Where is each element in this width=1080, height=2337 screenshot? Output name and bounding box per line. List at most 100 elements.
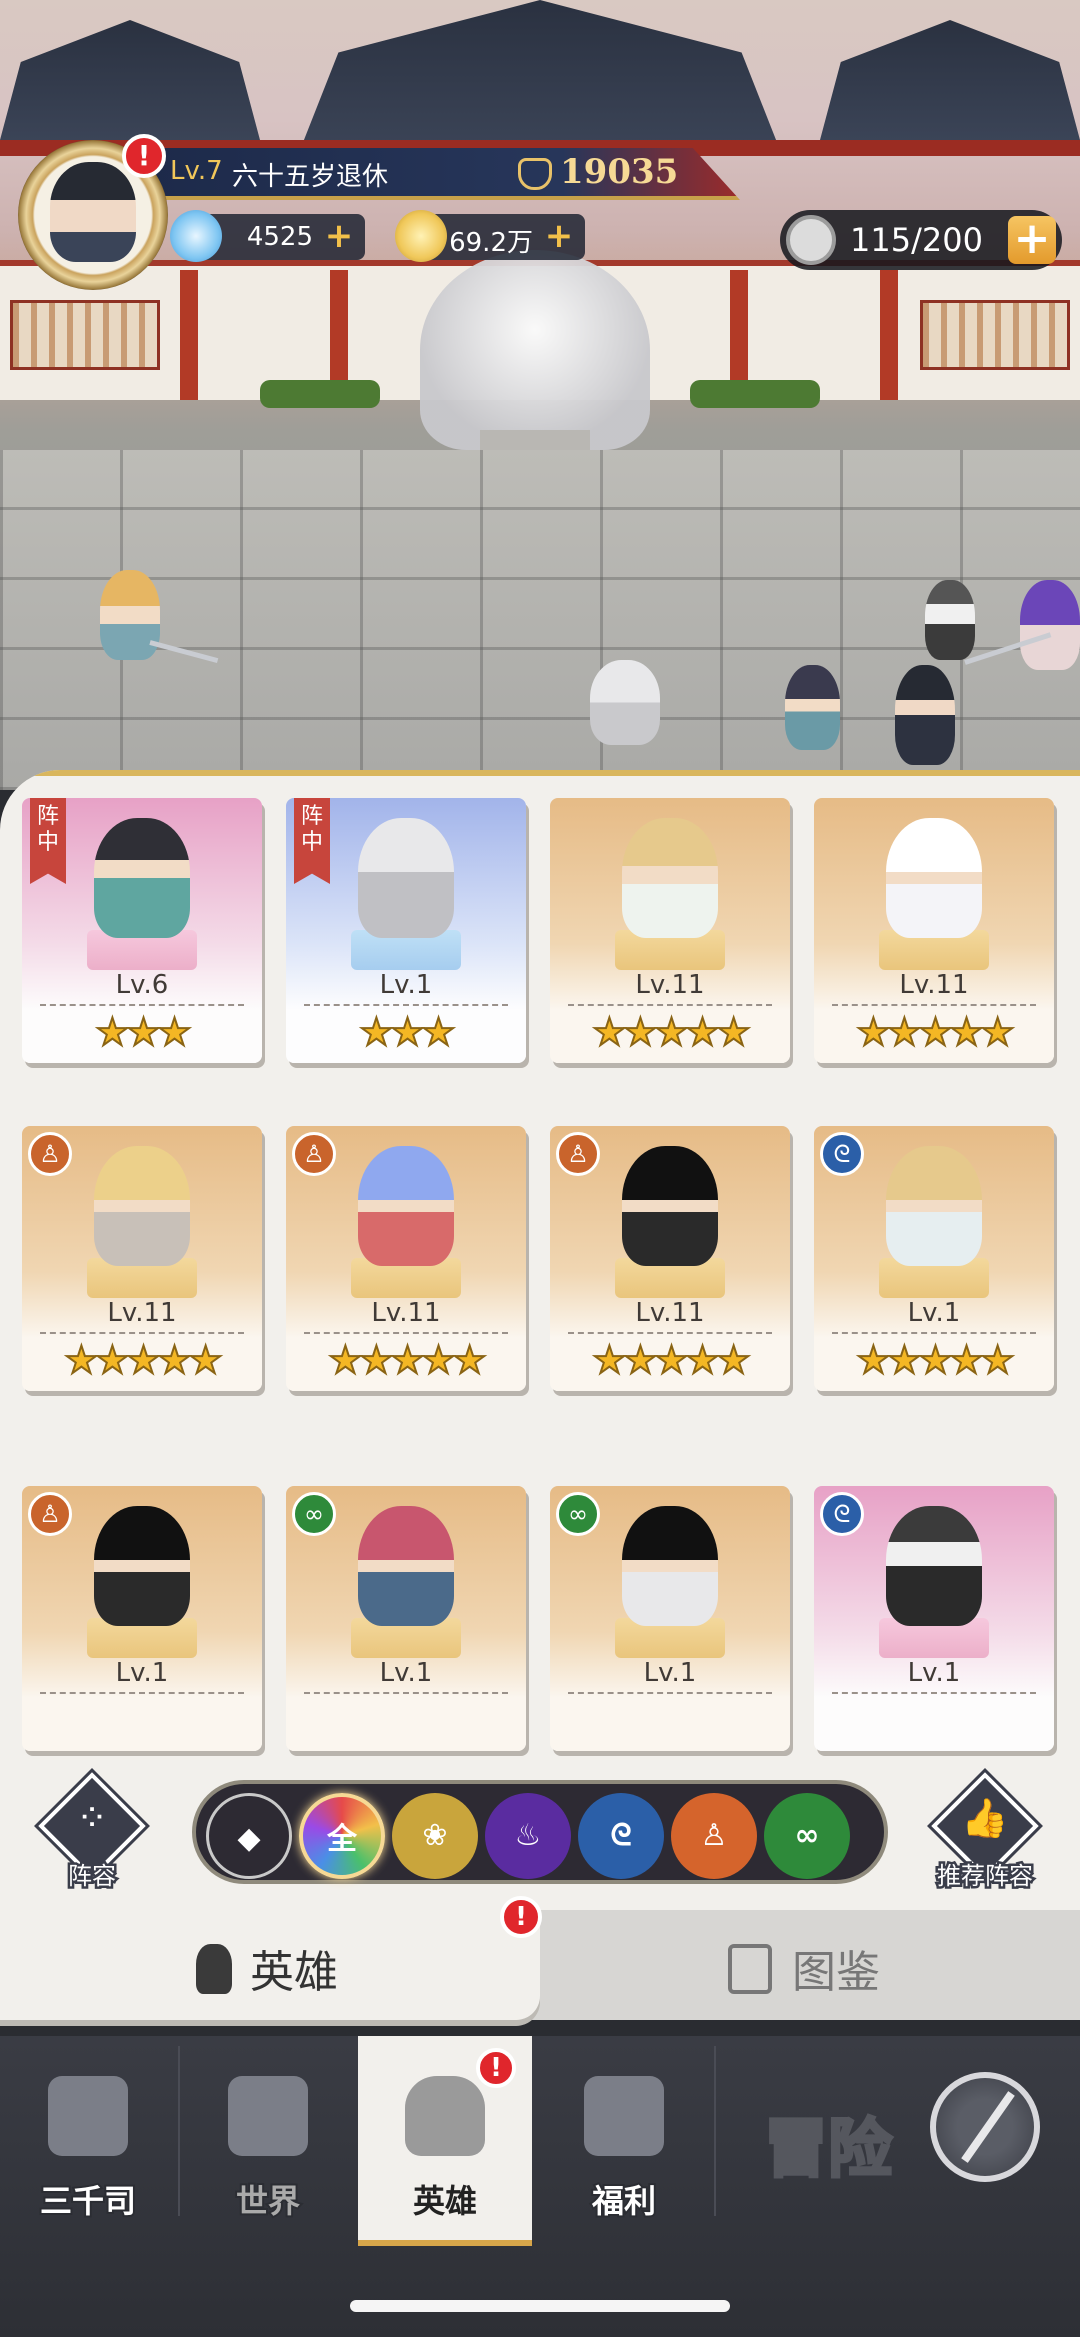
hero-portrait-icon xyxy=(405,2076,485,2156)
divider xyxy=(304,1332,508,1334)
class-filter-bar: ◆ 全 ❀ ♨ ᘓ ♙ ∞ xyxy=(192,1780,888,1884)
hero-portrait xyxy=(94,1146,190,1266)
roof-center xyxy=(300,0,780,150)
hero-panel: 阵中 Lv.6 ★★★ 阵中 Lv.1 ★★★ Lv.11 ★★★★★ Lv.11 ★★★★★ ♙ L… xyxy=(0,770,1080,1910)
stamina-counter[interactable]: 115/200 + xyxy=(780,210,1062,270)
hero-level: Lv.1 xyxy=(379,970,433,1000)
divider xyxy=(568,1332,772,1334)
lineup-icon: ⁘ xyxy=(76,1796,108,1840)
hero-portrait xyxy=(622,1506,718,1626)
filter-all-button[interactable]: 全 xyxy=(299,1793,385,1879)
hero-card[interactable]: ∞ Lv.1 xyxy=(550,1486,790,1751)
player-level-bar[interactable]: Lv.7 六十五岁退休 19035 xyxy=(150,148,740,200)
nav-world[interactable]: 世界 xyxy=(180,2036,356,2246)
lineup-button[interactable]: ⁘ 阵容 xyxy=(32,1772,152,1900)
player-avatar[interactable]: ! xyxy=(18,134,168,290)
hero-card[interactable]: ♙ Lv.1 xyxy=(22,1486,262,1751)
hero-card[interactable]: 阵中 Lv.1 ★★★ xyxy=(286,798,526,1063)
add-coin-button[interactable]: + xyxy=(543,219,575,253)
hero-card[interactable]: 阵中 Lv.6 ★★★ xyxy=(22,798,262,1063)
hero-level: Lv.11 xyxy=(635,970,705,1000)
hero-card[interactable]: ᘓ Lv.1 xyxy=(814,1486,1054,1751)
hero-portrait xyxy=(886,1146,982,1266)
fox-statue xyxy=(420,250,650,450)
divider xyxy=(304,1692,508,1694)
avatar-portrait xyxy=(50,162,136,262)
hero-level: Lv.11 xyxy=(371,1298,441,1328)
nav-adventure[interactable]: 冒险 xyxy=(720,2036,1080,2246)
hero-portrait xyxy=(358,1506,454,1626)
hero-sprite[interactable] xyxy=(1020,580,1080,670)
bottom-nav: 三千司 世界 ! 英雄 福利 冒险 xyxy=(0,2036,1080,2337)
coin-counter[interactable]: 69.2万 + xyxy=(395,210,585,262)
hero-level: Lv.1 xyxy=(115,1658,169,1688)
divider xyxy=(832,1692,1036,1694)
lotus-icon[interactable]: ❀ xyxy=(392,1793,478,1879)
hero-sprite[interactable] xyxy=(925,580,975,660)
hero-card[interactable]: Lv.11 ★★★★★ xyxy=(550,798,790,1063)
home-indicator[interactable] xyxy=(350,2300,730,2312)
tab-hero[interactable]: 英雄 ! xyxy=(0,1896,542,2020)
masked-hero-sprite[interactable] xyxy=(590,660,660,745)
swirl-icon: ᘓ xyxy=(820,1132,864,1176)
player-level: Lv.7 xyxy=(170,156,223,186)
divider xyxy=(40,1332,244,1334)
hero-card[interactable]: ∞ Lv.1 xyxy=(286,1486,526,1751)
divider xyxy=(40,1004,244,1006)
monk-icon: ♙ xyxy=(28,1492,72,1536)
divider xyxy=(40,1692,244,1694)
star-rating: ★★★ xyxy=(358,1009,456,1055)
hero-portrait xyxy=(886,818,982,938)
hero-level: Lv.11 xyxy=(899,970,969,1000)
window xyxy=(920,300,1070,370)
hero-portrait xyxy=(358,818,454,938)
recommend-lineup-button[interactable]: 👍 推荐阵容 xyxy=(925,1772,1045,1900)
nav-world-label: 世界 xyxy=(234,2180,302,2222)
divider xyxy=(832,1332,1036,1334)
hero-card[interactable]: ᘓ Lv.1 ★★★★★ xyxy=(814,1126,1054,1391)
nav-sanqiansi-label: 三千司 xyxy=(38,2180,138,2222)
hedge xyxy=(260,380,380,408)
hero-level: Lv.1 xyxy=(379,1658,433,1688)
nav-welfare[interactable]: 福利 xyxy=(536,2036,712,2246)
star-rating: ★★★ xyxy=(94,1009,192,1055)
star-rating: ★★★★★ xyxy=(855,1337,1015,1383)
hall-scene: Lv.7 六十五岁退休 19035 ! 4525 + 69.2万 + 115/2… xyxy=(0,0,1080,790)
flame-icon[interactable]: ♨ xyxy=(485,1793,571,1879)
hero-card[interactable]: ♙ Lv.11 ★★★★★ xyxy=(22,1126,262,1391)
divider xyxy=(832,1004,1036,1006)
hero-grid[interactable]: 阵中 Lv.6 ★★★ 阵中 Lv.1 ★★★ Lv.11 ★★★★★ Lv.11 ★★★★★ ♙ L… xyxy=(0,798,1080,1768)
tab-codex-label: 图鉴 xyxy=(792,1947,880,1998)
nav-sanqiansi[interactable]: 三千司 xyxy=(0,2036,176,2246)
leader-sprite[interactable] xyxy=(895,665,955,765)
monk-icon: ♙ xyxy=(556,1132,600,1176)
diamond-icon[interactable]: ◆ xyxy=(206,1793,292,1879)
monk-icon[interactable]: ♙ xyxy=(671,1793,757,1879)
hero-level: Lv.1 xyxy=(907,1658,961,1688)
roof-left xyxy=(0,20,260,140)
hero-card[interactable]: ♙ Lv.11 ★★★★★ xyxy=(550,1126,790,1391)
hero-sprite[interactable] xyxy=(100,570,160,660)
player-name: 六十五岁退休 xyxy=(232,162,389,192)
recommend-label: 推荐阵容 xyxy=(935,1860,1036,1893)
diamond-counter[interactable]: 4525 + xyxy=(170,210,365,262)
add-diamond-button[interactable]: + xyxy=(323,219,355,253)
hero-portrait xyxy=(358,1146,454,1266)
dna-icon[interactable]: ∞ xyxy=(764,1793,850,1879)
hero-card[interactable]: Lv.11 ★★★★★ xyxy=(814,798,1054,1063)
thumbs-up-icon: 👍 xyxy=(961,1796,1009,1840)
add-stamina-button[interactable]: + xyxy=(1008,216,1056,264)
tab-hero-label: 英雄 xyxy=(250,1947,338,1998)
tab-hero-alert-badge: ! xyxy=(500,1896,542,1938)
hero-sprite[interactable] xyxy=(785,665,840,750)
hero-level: Lv.11 xyxy=(635,1298,705,1328)
monk-icon: ♙ xyxy=(292,1132,336,1176)
hero-portrait xyxy=(622,1146,718,1266)
star-rating: ★★★★★ xyxy=(855,1009,1015,1055)
hero-level: Lv.6 xyxy=(115,970,169,1000)
roof-right xyxy=(820,20,1080,140)
nav-hero[interactable]: ! 英雄 xyxy=(358,2036,532,2246)
hero-card[interactable]: ♙ Lv.11 ★★★★★ xyxy=(286,1126,526,1391)
star-rating: ★★★★★ xyxy=(591,1337,751,1383)
swirl-icon[interactable]: ᘓ xyxy=(578,1793,664,1879)
